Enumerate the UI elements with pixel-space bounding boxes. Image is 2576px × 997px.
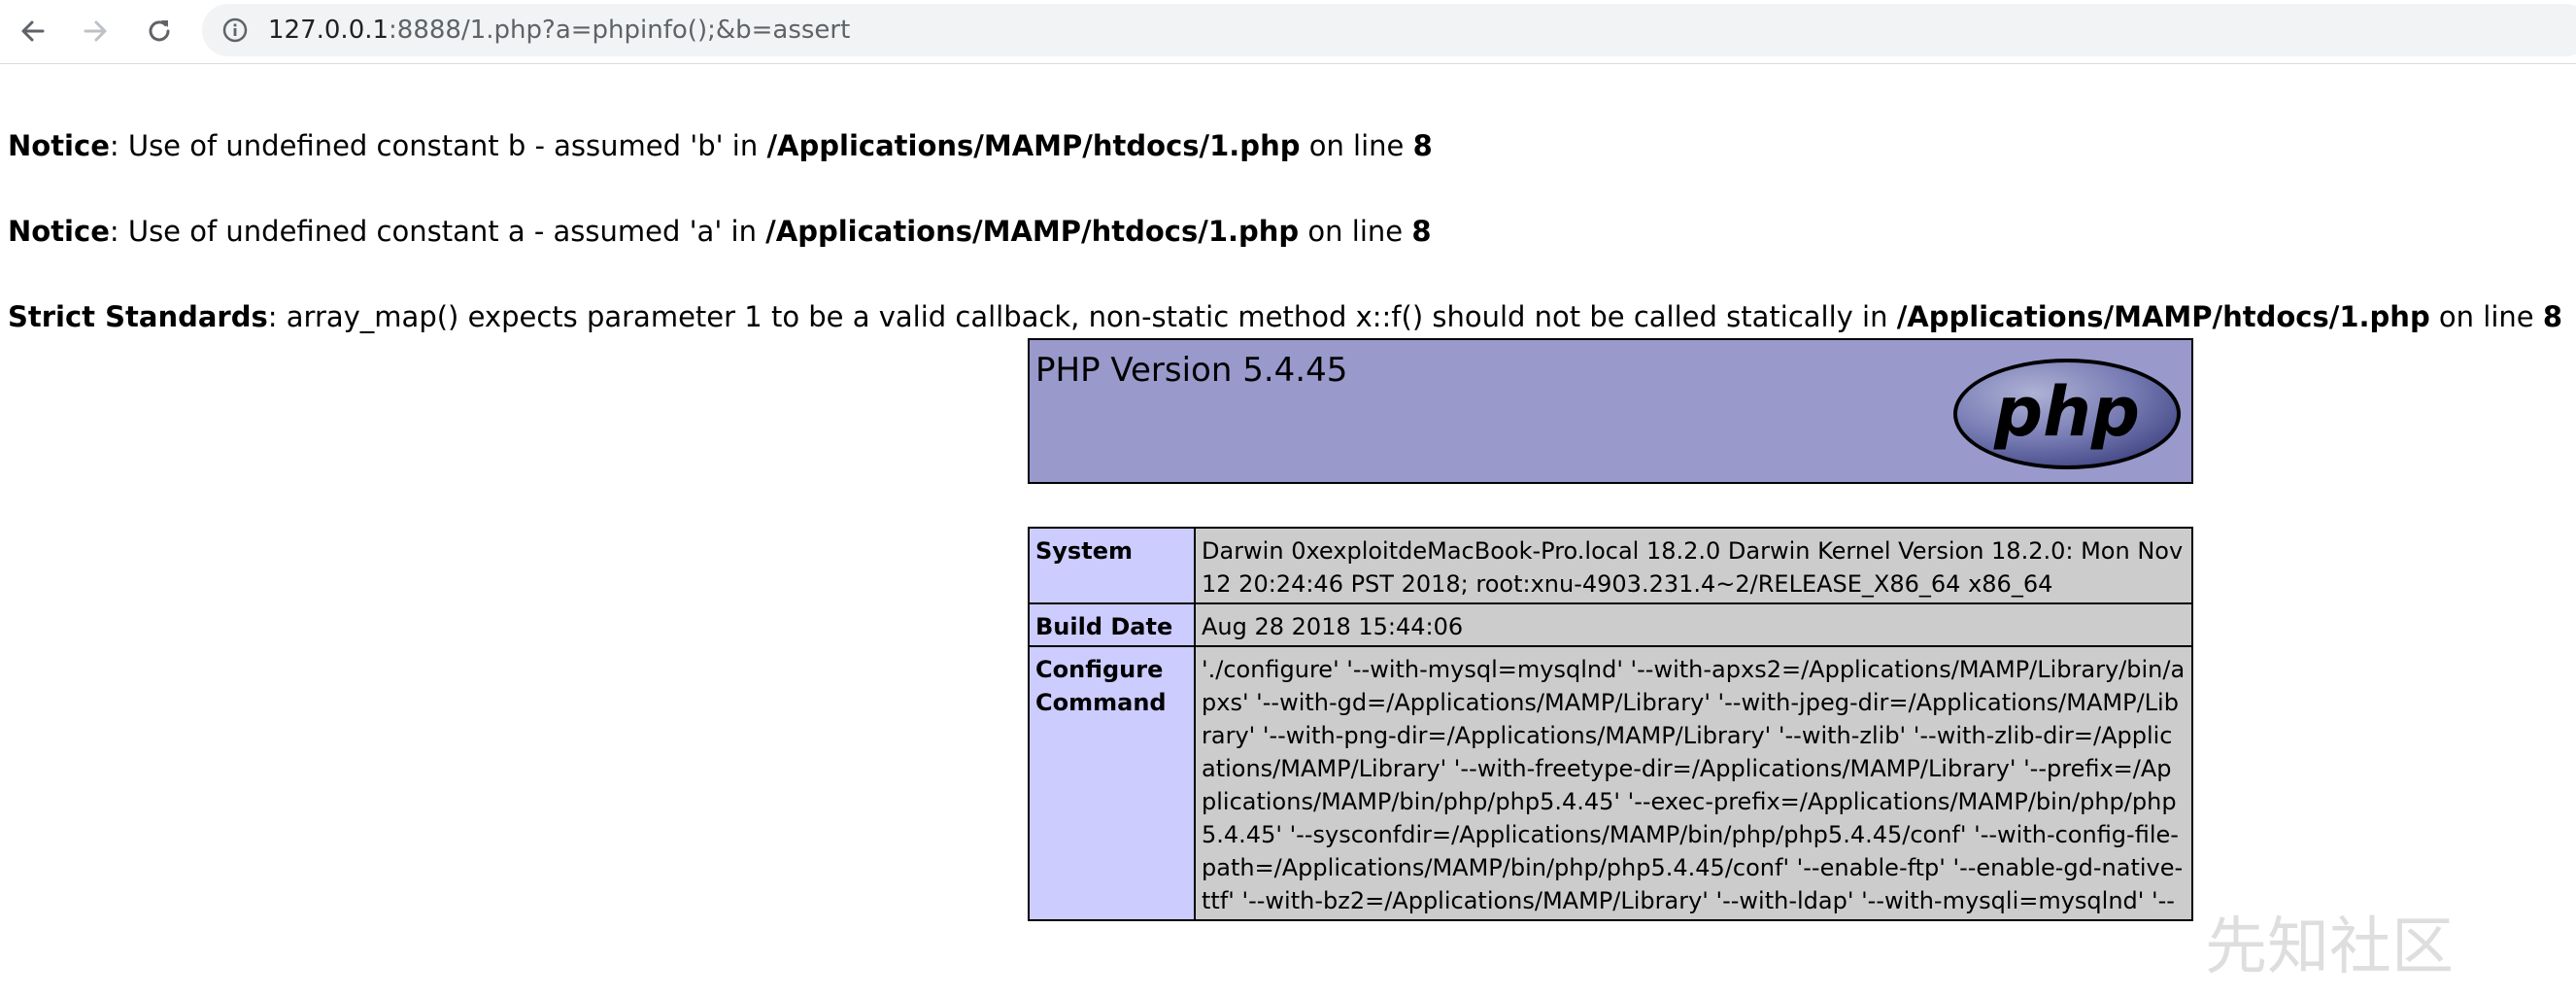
row-key: Configure Command bbox=[1028, 645, 1196, 921]
reload-icon bbox=[149, 20, 170, 42]
notice-label: Strict Standards bbox=[8, 300, 268, 333]
row-key: Build Date bbox=[1028, 602, 1196, 647]
notice-label: Notice bbox=[8, 129, 110, 162]
row-value: Darwin 0xexploitdeMacBook-Pro.local 18.2… bbox=[1194, 527, 2193, 604]
notice-message: : array_map() expects parameter 1 to be … bbox=[267, 300, 1897, 333]
notice-on-line: on line bbox=[1300, 129, 1413, 162]
notice-on-line: on line bbox=[1299, 215, 1412, 248]
php-strict-standards: Strict Standards: array_map() expects pa… bbox=[8, 298, 2562, 335]
row-value: Aug 28 2018 15:44:06 bbox=[1194, 602, 2193, 647]
address-bar[interactable]: 127.0.0.1:8888/1.php?a=phpinfo();&b=asse… bbox=[202, 4, 2576, 56]
table-row: Configure Command './configure' '--with-… bbox=[1028, 645, 2193, 921]
table-row: System Darwin 0xexploitdeMacBook-Pro.loc… bbox=[1028, 527, 2193, 604]
url-host: 127.0.0.1 bbox=[268, 16, 390, 45]
php-logo-text: php bbox=[1993, 372, 2140, 452]
notice-message: : Use of undefined constant a - assumed … bbox=[109, 215, 766, 248]
php-notice: Notice: Use of undefined constant a - as… bbox=[8, 213, 1432, 250]
notice-on-line: on line bbox=[2429, 300, 2543, 333]
forward-button[interactable] bbox=[74, 10, 117, 52]
row-key: System bbox=[1028, 527, 1196, 604]
browser-toolbar: 127.0.0.1:8888/1.php?a=phpinfo();&b=asse… bbox=[0, 0, 2576, 64]
reload-button[interactable] bbox=[138, 10, 181, 52]
url-text[interactable]: 127.0.0.1:8888/1.php?a=phpinfo();&b=asse… bbox=[268, 14, 850, 47]
row-value: './configure' '--with-mysql=mysqlnd' '--… bbox=[1194, 645, 2193, 921]
notice-path: /Applications/MAMP/htdocs/1.php bbox=[1896, 300, 2430, 333]
phpinfo-header: PHP Version 5.4.45 php bbox=[1028, 338, 2193, 484]
watermark: 先知社区 bbox=[2205, 911, 2454, 983]
notice-path: /Applications/MAMP/htdocs/1.php bbox=[765, 215, 1300, 248]
url-path: :8888/1.php?a=phpinfo();&b=assert bbox=[389, 16, 851, 45]
arrow-right-icon bbox=[84, 20, 107, 42]
notice-line-number: 8 bbox=[1412, 129, 1433, 162]
php-logo-icon[interactable]: php bbox=[1950, 356, 2184, 472]
notice-line-number: 8 bbox=[1411, 215, 1432, 248]
phpinfo-table: System Darwin 0xexploitdeMacBook-Pro.loc… bbox=[1028, 527, 2193, 921]
arrow-left-icon bbox=[21, 20, 45, 42]
notice-line-number: 8 bbox=[2542, 300, 2563, 333]
back-button[interactable] bbox=[12, 10, 54, 52]
php-version-title: PHP Version 5.4.45 bbox=[1035, 351, 1348, 390]
php-notice: Notice: Use of undefined constant b - as… bbox=[8, 127, 1433, 164]
info-icon[interactable] bbox=[221, 17, 249, 44]
notice-message: : Use of undefined constant b - assumed … bbox=[109, 129, 767, 162]
notice-path: /Applications/MAMP/htdocs/1.php bbox=[766, 129, 1301, 162]
table-row: Build Date Aug 28 2018 15:44:06 bbox=[1028, 602, 2193, 647]
notice-label: Notice bbox=[8, 215, 110, 248]
